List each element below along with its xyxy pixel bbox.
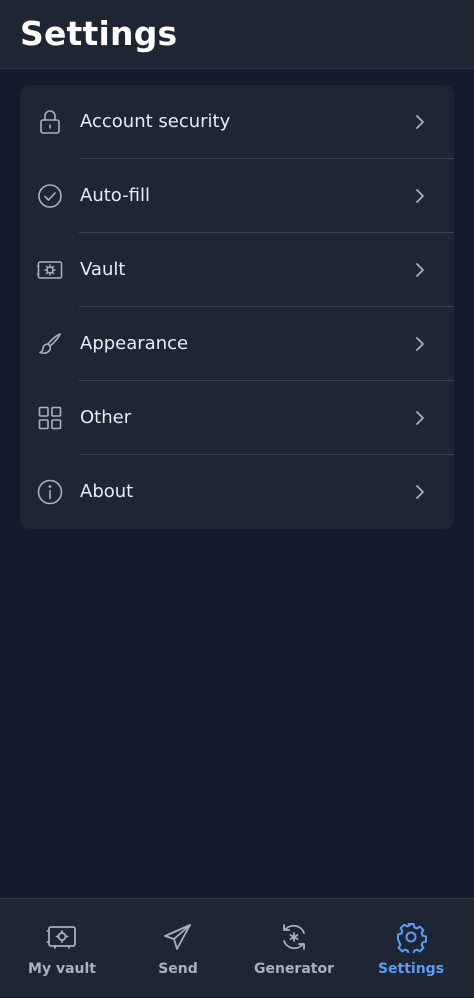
top-app-bar: Settings xyxy=(0,0,474,69)
check-circle-icon xyxy=(36,182,64,210)
nav-tab-send[interactable]: Send xyxy=(119,899,237,998)
chevron-right-icon xyxy=(413,408,427,428)
settings-item-label: Other xyxy=(80,407,132,428)
settings-item-label: About xyxy=(80,481,134,502)
gear-icon xyxy=(395,921,427,953)
nav-label: Settings xyxy=(377,961,445,977)
chevron-right-icon xyxy=(413,334,427,354)
nav-label: Send xyxy=(158,961,198,977)
settings-item-auto-fill[interactable]: Auto-fill xyxy=(20,159,454,233)
lock-icon xyxy=(36,108,64,136)
paper-plane-icon xyxy=(162,921,194,953)
vault-icon xyxy=(46,921,78,953)
nav-tab-settings[interactable]: Settings xyxy=(352,899,470,998)
nav-tab-generator[interactable]: Generator xyxy=(235,899,353,998)
settings-item-appearance[interactable]: Appearance xyxy=(20,307,454,381)
generator-refresh-icon xyxy=(278,921,310,953)
nav-tab-my-vault[interactable]: My vault xyxy=(3,899,121,998)
page-title: Settings xyxy=(20,14,178,53)
settings-item-label: Vault xyxy=(80,259,126,280)
settings-item-about[interactable]: About xyxy=(20,455,454,529)
settings-item-account-security[interactable]: Account security xyxy=(20,85,454,159)
info-circle-icon xyxy=(36,478,64,506)
paintbrush-icon xyxy=(36,330,64,358)
bottom-navigation: My vault Send Generator Settings xyxy=(0,898,474,997)
settings-item-label: Auto-fill xyxy=(80,185,150,206)
settings-item-label: Appearance xyxy=(80,333,189,354)
grid-icon xyxy=(36,404,64,432)
chevron-right-icon xyxy=(413,186,427,206)
chevron-right-icon xyxy=(413,112,427,132)
nav-label: My vault xyxy=(28,961,96,977)
settings-item-label: Account security xyxy=(80,111,231,132)
settings-list: Account security Auto-fill Vault Appeara… xyxy=(20,85,454,529)
nav-label: Generator xyxy=(253,961,334,977)
settings-item-other[interactable]: Other xyxy=(20,381,454,455)
vault-icon xyxy=(36,256,64,284)
settings-item-vault[interactable]: Vault xyxy=(20,233,454,307)
chevron-right-icon xyxy=(413,260,427,280)
chevron-right-icon xyxy=(413,482,427,502)
